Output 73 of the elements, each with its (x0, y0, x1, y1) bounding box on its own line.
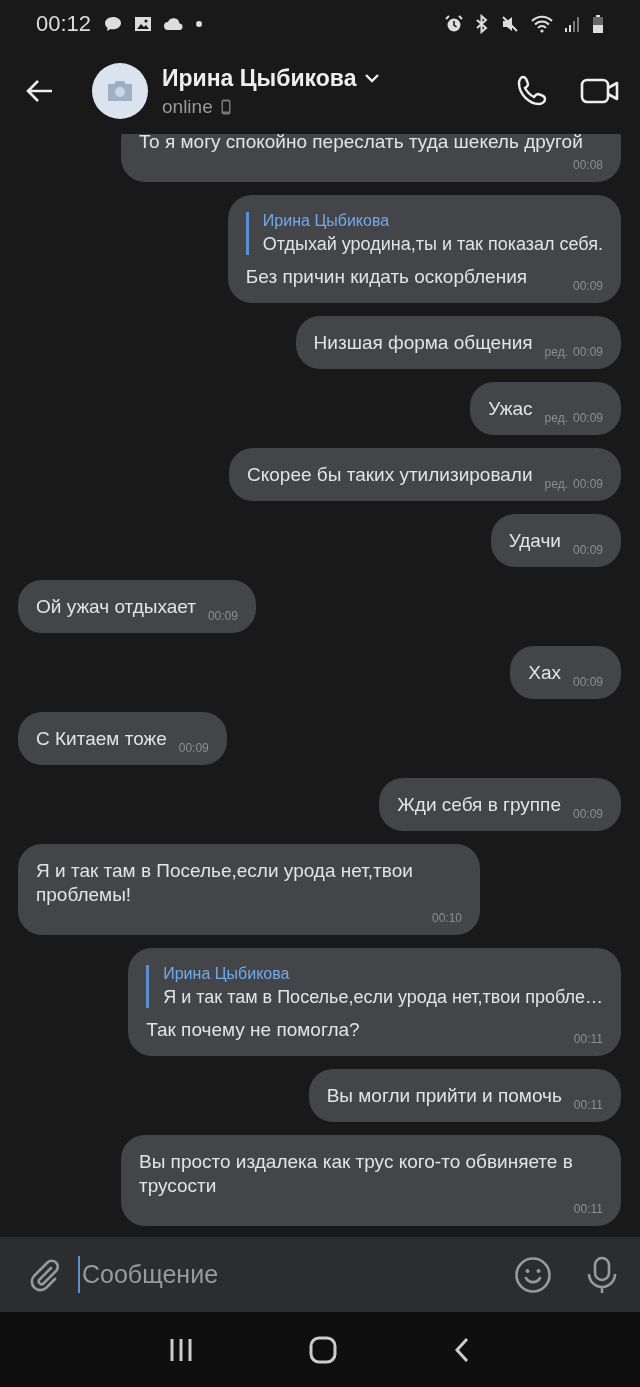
message-time: 00:09 (572, 675, 603, 689)
alarm-icon (444, 14, 464, 34)
message-time: 00:11 (573, 1098, 603, 1112)
battery-icon (592, 14, 604, 34)
message-text: Я и так там в Поселье,если урода нет,твои проблемы! (36, 859, 414, 907)
message-time: 00:09 (572, 411, 603, 425)
message-bubble[interactable]: Я и так там в Поселье,если урода нет,твои проблемы! 00:10 (18, 844, 480, 935)
wifi-icon (530, 14, 554, 34)
message-composer[interactable]: Сообщение (0, 1237, 640, 1312)
emoji-button[interactable] (514, 1255, 552, 1294)
message-time: 00:11 (573, 1202, 603, 1216)
message-text: Вы могли прийти и помочь (326, 1084, 562, 1108)
message-bubble[interactable]: Хах 00:09 (510, 646, 621, 699)
mute-icon (500, 14, 520, 34)
message-text: Удачи (508, 529, 561, 553)
message-bubble[interactable]: Ирина Цыбикова Отдыхай уродина,ты и так показал себя. Без причин кидать оскорбления 00:09 (227, 195, 621, 303)
message-time: 00:09 (178, 741, 209, 755)
message-time: 00:10 (431, 911, 462, 925)
microphone-button[interactable] (586, 1255, 618, 1294)
quote-author: Ирина Цыбикова (262, 212, 391, 230)
chevron-down-icon[interactable] (364, 73, 381, 83)
message-bubble[interactable]: Жди себя в группе 00:09 (379, 778, 621, 831)
image-icon (133, 14, 154, 34)
message-time: 00:09 (572, 279, 603, 293)
message-text: Жди себя в группе (397, 793, 561, 817)
message-bubble[interactable]: Вы могли прийти и помочь 00:11 (308, 1069, 621, 1122)
message-text: Вы просто издалека как трус кого-то обвиняете в трусости (139, 1150, 574, 1198)
message-bubble[interactable]: С Китаем тоже 00:09 (18, 712, 227, 765)
quote-text: Я и так там в Поселье,если урода нет,твои пробле… (163, 987, 603, 1008)
message-text: Без причин кидать оскорбления (245, 265, 528, 289)
message-text: С Китаем тоже (36, 727, 167, 751)
dot-icon (195, 20, 204, 28)
message-bubble[interactable]: Ой ужач отдыхает 00:09 (18, 580, 256, 633)
message-text: Ой ужач отдыхает (36, 595, 196, 619)
quote-author: Ирина Цыбикова (163, 965, 291, 983)
signal-icon (564, 15, 582, 33)
status-time: 00:12 (36, 11, 92, 37)
message-text: То я могу спокойно переслать туда шекель другой (139, 134, 583, 154)
message-text: Хах (528, 661, 561, 685)
quote-text: Отдыхай уродина,ты и так показал себя. (262, 234, 603, 255)
online-status: online (162, 95, 213, 118)
message-time: 00:08 (572, 158, 603, 172)
message-time: 00:09 (572, 807, 603, 821)
message-bubble[interactable]: Скорее бы таких утилизировали ред. 00:09 (229, 448, 621, 501)
message-time: 00:09 (207, 609, 238, 623)
avatar[interactable] (92, 63, 148, 119)
message-text: Так почему не помогла? (146, 1018, 360, 1042)
chat-bubble-icon (103, 14, 124, 34)
message-bubble[interactable]: Ирина Цыбикова Я и так там в Поселье,если урода нет,твои пробле… Так почему не помогла? 00:11 (128, 948, 621, 1056)
message-text: Скорее бы таких утилизировали (247, 463, 533, 487)
message-time: 00:09 (572, 543, 603, 557)
cloud-icon (163, 16, 186, 32)
message-time: 00:11 (573, 1032, 603, 1046)
edited-label: ред. (544, 411, 568, 425)
message-bubble[interactable]: Ужас ред. 00:09 (470, 382, 621, 435)
edited-label: ред. (544, 477, 568, 491)
home-button[interactable] (309, 1335, 337, 1364)
phone-device-icon (220, 98, 231, 115)
video-call-button[interactable] (580, 76, 620, 106)
bluetooth-icon (474, 14, 490, 34)
message-bubble[interactable]: Вы просто издалека как трус кого-то обвиняете в трусости 00:11 (121, 1135, 621, 1226)
message-time: 00:09 (572, 477, 603, 491)
message-bubble[interactable]: То я могу спокойно переслать туда шекель другой 00:08 (121, 134, 621, 182)
message-input[interactable]: Сообщение (78, 1256, 498, 1293)
quoted-message[interactable]: Ирина Цыбикова Отдыхай уродина,ты и так показал себя. (245, 212, 603, 255)
message-time: 00:09 (572, 345, 603, 359)
message-text: Ужас (488, 397, 533, 421)
message-bubble[interactable]: Удачи 00:09 (490, 514, 621, 567)
edited-label: ред. (544, 345, 568, 359)
message-bubble[interactable]: Низшая форма общения ред. 00:09 (295, 316, 621, 369)
contact-name[interactable]: Ирина Цыбикова (162, 64, 357, 92)
message-text: Низшая форма общения (313, 331, 533, 355)
quoted-message[interactable]: Ирина Цыбикова Я и так там в Поселье,если урода нет,твои пробле… (146, 965, 603, 1008)
